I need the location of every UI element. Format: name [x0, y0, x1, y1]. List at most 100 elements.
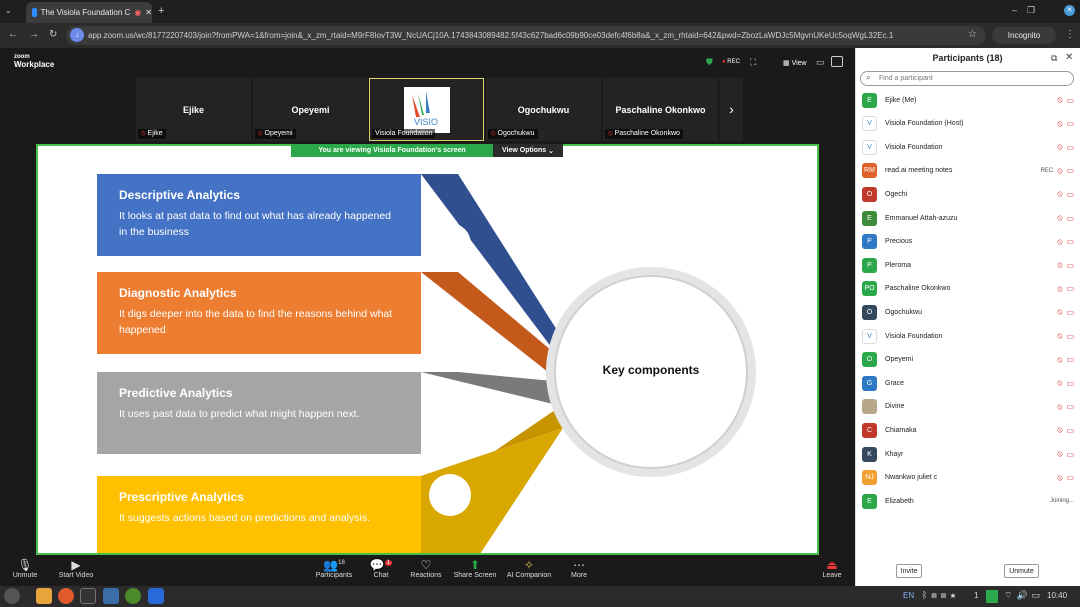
clock[interactable]: 10:40	[1047, 591, 1067, 600]
popout-icon[interactable]: ⧉	[1051, 53, 1057, 64]
next-videos-icon[interactable]: ›	[720, 78, 743, 141]
tab-search-icon[interactable]: ⌄	[5, 6, 12, 15]
site-info-icon[interactable]: ↓	[70, 28, 84, 42]
participant-row[interactable]: E Ejike (Me) ⦸ ▭	[862, 90, 1074, 110]
more-button[interactable]: ⋯ More	[549, 558, 609, 579]
new-tab-icon[interactable]: +	[158, 5, 164, 17]
participant-name: Paschaline Okonkwo	[885, 285, 951, 293]
participant-row[interactable]: RM read.ai meeting notes REC ⦸ ▭	[862, 161, 1074, 181]
participant-search-input[interactable]: Find a participant	[860, 71, 1074, 86]
layout-icon[interactable]	[831, 56, 843, 67]
view-options-button[interactable]: View Options ⌄	[493, 144, 563, 157]
video-tile[interactable]: Paschaline Okonkwo ⦸ Paschaline Okonkwo	[603, 78, 718, 141]
tray-icons[interactable]: ᛒ▤▤★	[922, 590, 960, 600]
chat-badge: 1	[384, 560, 393, 566]
shield-icon[interactable]: ⛊	[706, 57, 713, 68]
files-icon[interactable]	[36, 588, 52, 604]
invite-label: Invite	[900, 567, 918, 575]
card-desc: It suggests actions based on predictions…	[119, 512, 370, 524]
card-title: Predictive Analytics	[119, 386, 233, 400]
fullscreen-icon[interactable]: ⛶	[750, 57, 756, 68]
video-name: Paschaline Okonkwo	[615, 105, 706, 115]
firefox-icon[interactable]	[58, 588, 74, 604]
pip-icon[interactable]: ▭	[816, 57, 825, 68]
back-icon[interactable]: ←	[8, 29, 18, 40]
browser-menu-icon[interactable]: ⋮	[1065, 29, 1075, 40]
camera-icon[interactable]	[103, 588, 119, 604]
incognito-badge[interactable]: Incognito	[992, 27, 1056, 44]
network-volume-icons[interactable]: ⌔🔊▭	[1004, 590, 1044, 601]
participants-title: Participants (18)	[932, 53, 1003, 63]
video-off-icon: ▭	[1066, 425, 1074, 435]
rec-indicator[interactable]: ● REC	[722, 59, 740, 65]
visiola-logo: VISIO	[404, 87, 450, 133]
unmute-label: Unmute	[1009, 567, 1034, 575]
flag-icon[interactable]	[986, 590, 998, 603]
window-close-icon[interactable]: ✕	[1064, 5, 1075, 16]
bluetooth-icon[interactable]	[148, 588, 164, 604]
participant-row[interactable]: K Khayr ⦸ ▭	[862, 444, 1074, 464]
video-tile[interactable]: Ogochukwu ⦸ Ogochukwu	[486, 78, 601, 141]
browser-tab[interactable]: The Visiola Foundation C ◉ ✕	[26, 2, 152, 23]
card-title: Diagnostic Analytics	[119, 286, 237, 300]
avatar: E	[862, 92, 877, 108]
participant-name: Visiola Foundation (Host)	[885, 120, 964, 128]
participant-row[interactable]: NJ Nwankwo juliet c ⦸ ▭	[862, 468, 1074, 488]
reload-icon[interactable]: ↻	[49, 29, 57, 40]
leave-button[interactable]: ⏏ Leave	[802, 558, 862, 579]
avatar: P	[862, 257, 877, 273]
participant-row[interactable]: V Visiola Foundation ⦸ ▭	[862, 137, 1074, 157]
window-controls[interactable]: –❐	[1012, 5, 1045, 16]
key-components-label: Key components	[602, 363, 700, 377]
card-descriptive: Descriptive Analytics It looks at past d…	[97, 174, 421, 256]
tab-close-icon[interactable]: ✕	[145, 8, 152, 17]
card-predictive: Predictive Analytics It uses past data t…	[97, 372, 421, 454]
start-video-button[interactable]: ▶ Start Video	[46, 558, 106, 579]
close-panel-icon[interactable]: ✕	[1065, 52, 1073, 63]
workspace-indicator[interactable]: 1	[974, 591, 978, 600]
view-button[interactable]: ▦ View	[783, 59, 807, 67]
participant-row[interactable]: P Precious ⦸ ▭	[862, 232, 1074, 252]
participant-row[interactable]: C Chiamaka ⦸ ▭	[862, 420, 1074, 440]
video-name: Opeyemi	[291, 105, 330, 115]
card-diagnostic: Diagnostic Analytics It digs deeper into…	[97, 272, 421, 354]
bookmark-star-icon[interactable]: ☆	[968, 29, 977, 40]
participant-row[interactable]: Divine ⦸ ▭	[862, 397, 1074, 417]
participant-row[interactable]: E Elizabeth Joining...	[862, 491, 1074, 511]
participant-row[interactable]: O Opeyemi ⦸ ▭	[862, 350, 1074, 370]
video-tile[interactable]: Ejike ⦸ Ejike	[136, 78, 251, 141]
terminal-icon[interactable]	[80, 588, 96, 604]
share-screen-button[interactable]: ⬆ Share Screen	[445, 558, 505, 579]
keyboard-lang[interactable]: EN	[903, 591, 914, 600]
participant-row[interactable]: P Pleroma ⦸ ▭	[862, 255, 1074, 275]
leave-icon: ⏏	[826, 558, 838, 572]
svg-text:VISIO: VISIO	[414, 117, 438, 127]
recording-indicator-icon: ◉	[134, 8, 142, 17]
participant-row[interactable]: O Ogochukwu ⦸ ▭	[862, 302, 1074, 322]
chrome-icon[interactable]	[125, 588, 141, 604]
avatar: G	[862, 375, 877, 391]
video-name: Ogochukwu	[517, 105, 570, 115]
mic-muted-icon: ⦸	[1057, 213, 1063, 222]
video-label-text: Opeyemi	[264, 130, 293, 137]
participant-row[interactable]: PO Paschaline Okonkwo ⦸ ▭	[862, 279, 1074, 299]
participant-row[interactable]: O Ogechi ⦸ ▭	[862, 184, 1074, 204]
unmute-all-button[interactable]: Unmute	[1004, 564, 1039, 578]
invite-button[interactable]: Invite	[896, 564, 922, 578]
participant-row[interactable]: G Grace ⦸ ▭	[862, 373, 1074, 393]
start-menu-icon[interactable]	[4, 588, 20, 604]
video-tile-active[interactable]: VISIO Visiola Foundation	[369, 78, 484, 141]
participant-row[interactable]: E Emmanuel Attah-azuzu ⦸ ▭	[862, 208, 1074, 228]
video-tile[interactable]: Opeyemi ⦸ Opeyemi	[253, 78, 368, 141]
avatar: O	[862, 304, 877, 320]
mic-muted-icon: ⦸	[1057, 307, 1063, 317]
url-bar[interactable]: app.zoom.us/wc/81772207403/join?fromPWA=…	[66, 26, 986, 45]
participant-row[interactable]: V Visiola Foundation (Host) ⦸ ▭	[862, 114, 1074, 134]
participant-row[interactable]: V Visiola Foundation ⦸ ▭	[862, 326, 1074, 346]
avatar: P	[862, 234, 877, 250]
forward-icon[interactable]: →	[29, 29, 39, 40]
participant-name: Divine	[885, 403, 905, 411]
zoom-logo: zoom Workplace	[14, 53, 54, 69]
search-icon: ⌕	[866, 73, 871, 82]
participant-name: Grace	[885, 379, 905, 387]
